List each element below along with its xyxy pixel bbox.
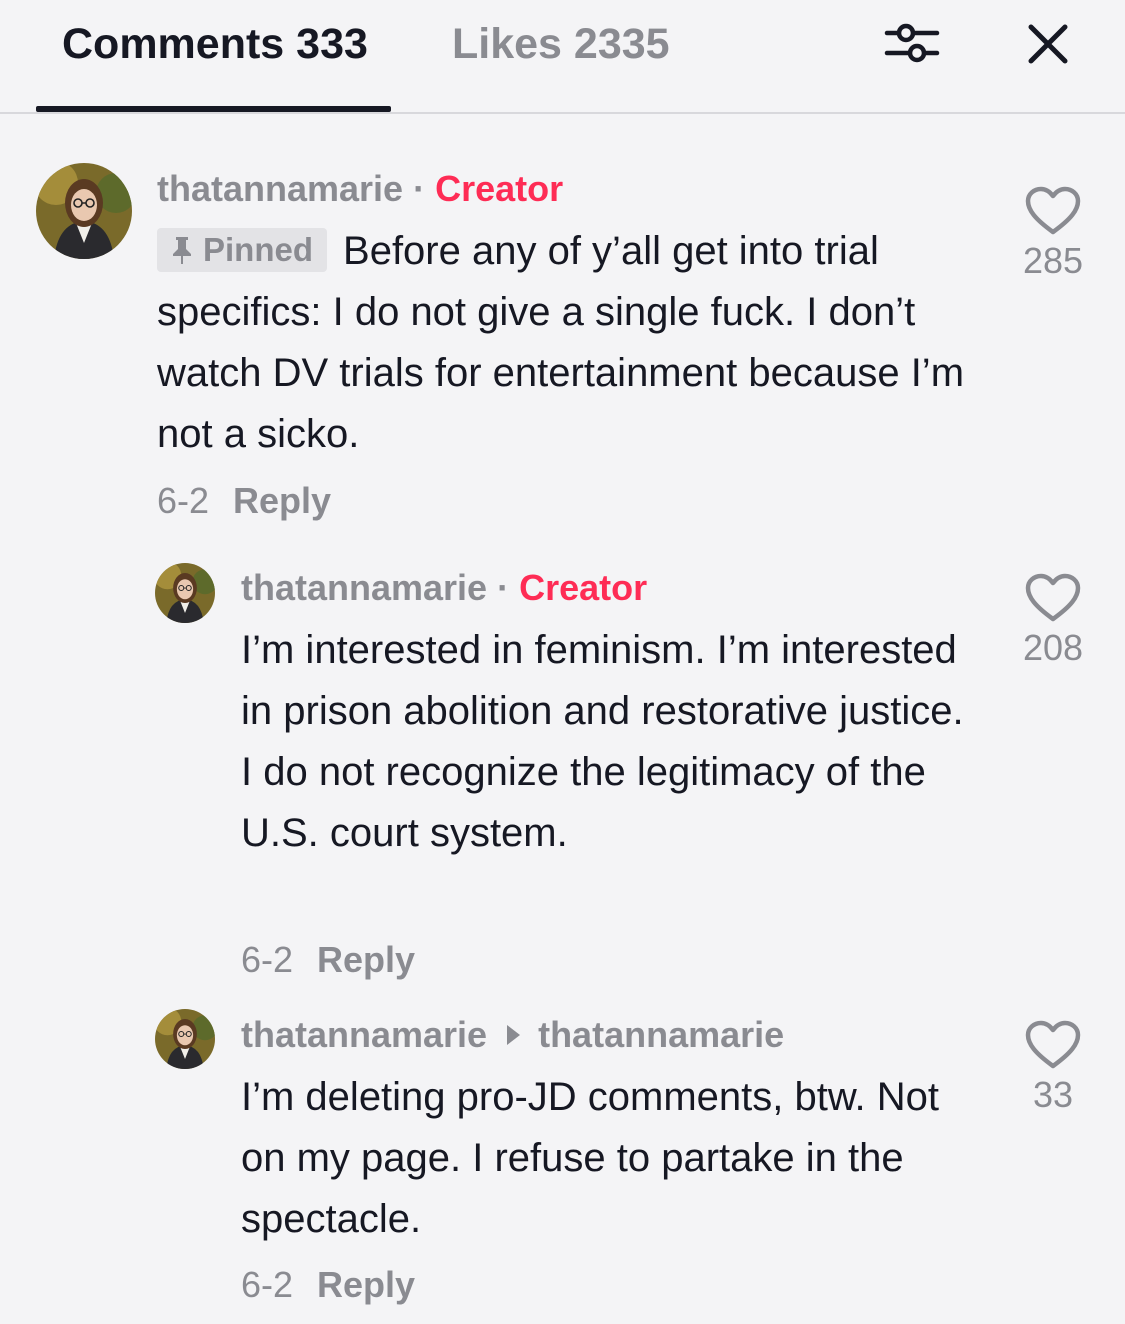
pin-icon bbox=[173, 237, 191, 264]
reply-button[interactable]: Reply bbox=[317, 1264, 415, 1305]
comment-body: I’m interested in feminism. I’m interest… bbox=[241, 620, 976, 864]
close-icon bbox=[1028, 24, 1068, 64]
username[interactable]: thatannamarie bbox=[241, 1014, 487, 1055]
comment-date: 6-2 bbox=[241, 939, 294, 980]
comment-username-row: thatannamarie · Creator bbox=[157, 168, 564, 209]
comment-date: 6-2 bbox=[157, 480, 210, 521]
like-count: 208 bbox=[1022, 627, 1084, 668]
comment-username-row: thatannamarie · Creator bbox=[241, 567, 648, 608]
comment-username-row: thatannamarie thatannamarie bbox=[241, 1014, 784, 1056]
filter-icon bbox=[884, 23, 940, 63]
like-count: 33 bbox=[1032, 1074, 1074, 1115]
reply-arrow-icon bbox=[507, 1025, 521, 1045]
like-button[interactable]: 33 bbox=[1003, 1020, 1103, 1116]
comment-body: I’m deleting pro-JD comments, btw. Not o… bbox=[241, 1067, 976, 1250]
avatar[interactable] bbox=[155, 1009, 215, 1069]
like-button[interactable]: 208 bbox=[1003, 573, 1103, 669]
comment-meta: 6-2 Reply bbox=[241, 939, 415, 981]
comment-body: Pinned Before any of y’all get into trial… bbox=[157, 221, 967, 465]
creator-badge: Creator bbox=[435, 168, 564, 209]
reply-button[interactable]: Reply bbox=[233, 480, 331, 521]
tab-likes[interactable]: Likes 2335 bbox=[452, 20, 670, 69]
pinned-badge: Pinned bbox=[157, 228, 328, 272]
comment-meta: 6-2 Reply bbox=[157, 480, 331, 522]
filter-button[interactable] bbox=[884, 18, 940, 70]
reply-to-username[interactable]: thatannamarie bbox=[538, 1014, 784, 1055]
heart-icon bbox=[1025, 186, 1081, 235]
avatar[interactable] bbox=[155, 563, 215, 623]
like-count: 285 bbox=[1022, 240, 1084, 281]
comment-meta: 6-2 Reply bbox=[241, 1264, 415, 1306]
comment-text: I’m deleting pro-JD comments, btw. Not o… bbox=[241, 1075, 940, 1241]
comments-header: Comments 333 Likes 2335 bbox=[0, 0, 1125, 114]
comment-text: I’m interested in feminism. I’m interest… bbox=[241, 628, 964, 855]
username[interactable]: thatannamarie bbox=[157, 168, 403, 209]
heart-icon bbox=[1025, 573, 1081, 622]
avatar[interactable] bbox=[36, 163, 132, 259]
close-button[interactable] bbox=[1022, 18, 1074, 70]
active-tab-indicator bbox=[36, 106, 391, 112]
username[interactable]: thatannamarie bbox=[241, 567, 487, 608]
like-button[interactable]: 285 bbox=[1003, 186, 1103, 282]
reply-button[interactable]: Reply bbox=[317, 939, 415, 980]
pinned-label: Pinned bbox=[203, 231, 314, 268]
heart-icon bbox=[1025, 1020, 1081, 1069]
creator-badge: Creator bbox=[519, 567, 648, 608]
comment-date: 6-2 bbox=[241, 1264, 294, 1305]
tab-comments[interactable]: Comments 333 bbox=[62, 20, 368, 69]
